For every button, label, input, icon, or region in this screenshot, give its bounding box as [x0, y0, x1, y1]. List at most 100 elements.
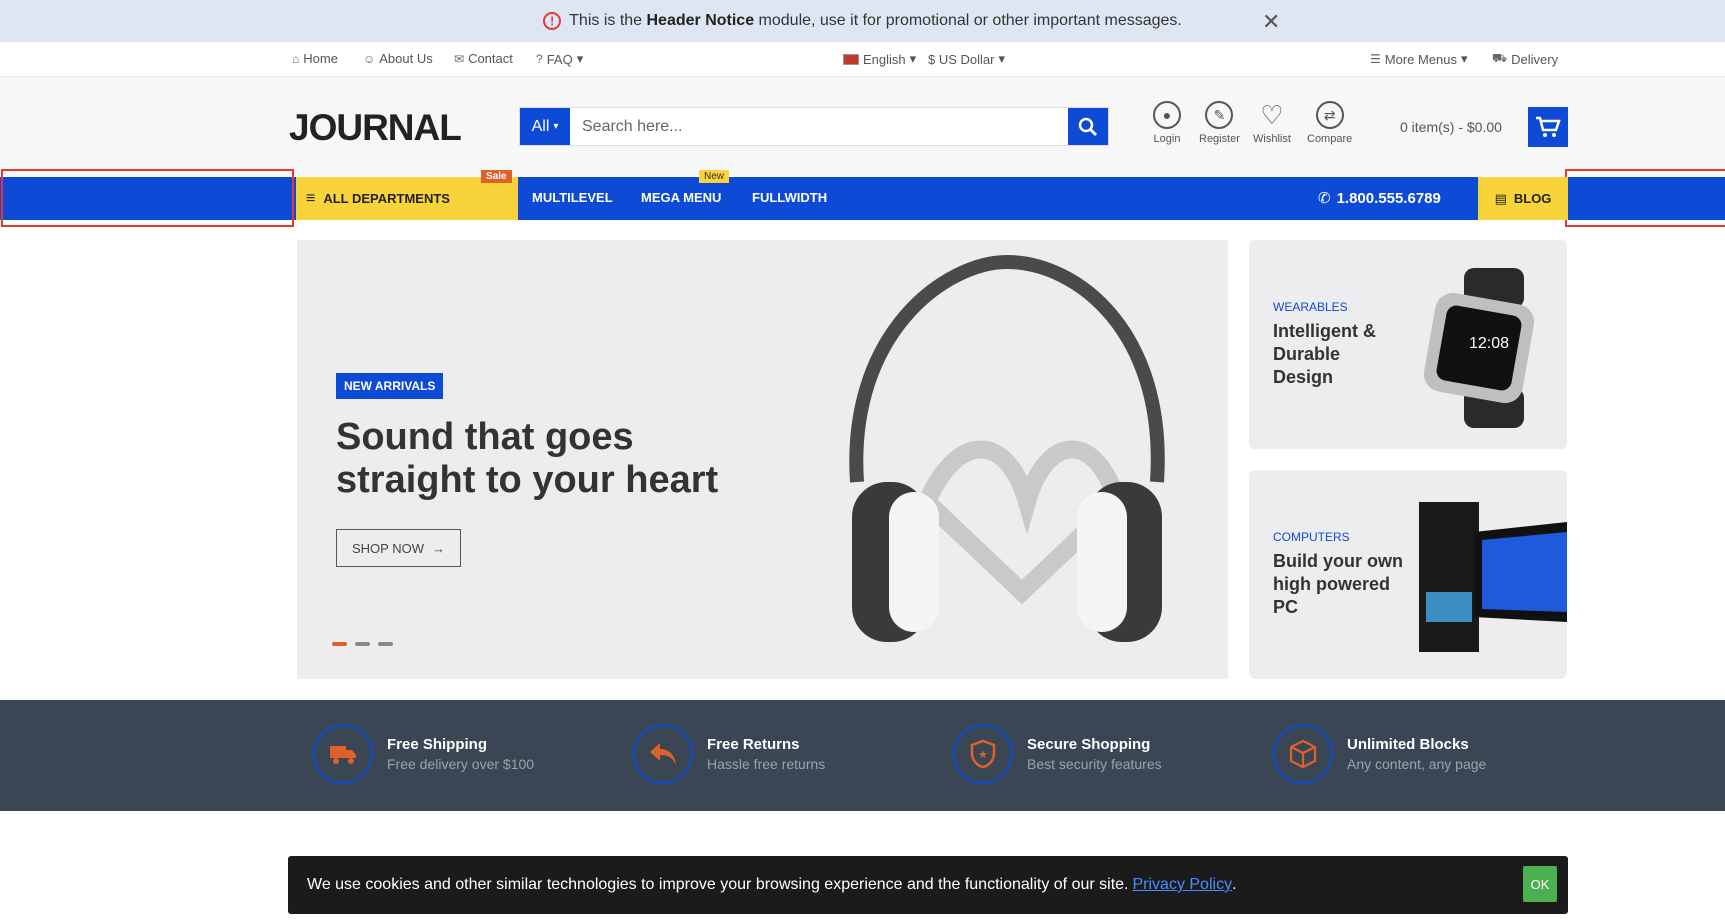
alert-icon: !: [543, 12, 562, 30]
shop-now-button[interactable]: SHOP NOW →: [336, 529, 461, 567]
privacy-policy-link[interactable]: Privacy Policy: [1132, 876, 1232, 894]
period: .: [1232, 876, 1237, 893]
pencil-icon: ✎: [1205, 101, 1234, 129]
menu-icon: ≡: [306, 189, 316, 207]
feature-shipping: Free Shipping Free delivery over $100: [313, 724, 534, 784]
login-label: Login: [1153, 133, 1181, 145]
user-icon: ☺: [363, 51, 376, 66]
phone-link[interactable]: ✆ 1.800.555.6789: [1318, 189, 1441, 208]
slider-dots: [332, 642, 393, 646]
all-departments-button[interactable]: ≡ ALL DEPARTMENTS Sale: [296, 170, 518, 220]
phone-icon: ✆: [1318, 190, 1331, 207]
logo[interactable]: JOURNAL: [289, 107, 462, 149]
blog-link[interactable]: ▤ BLOG: [1478, 177, 1568, 220]
currency-label: $ US Dollar: [928, 51, 995, 67]
svg-text:12:08: 12:08: [1469, 335, 1509, 352]
search-button[interactable]: [1068, 108, 1108, 145]
slider-dot[interactable]: [355, 642, 370, 646]
about-link[interactable]: ☺ About Us: [363, 51, 433, 66]
arrow-right-icon: →: [432, 540, 445, 556]
promo-title: Intelligent & Durable Design: [1273, 321, 1376, 387]
slider-dot[interactable]: [332, 642, 347, 646]
home-link[interactable]: ⌂ Home: [292, 51, 338, 66]
feature-title: Secure Shopping: [1027, 736, 1151, 753]
feature-title: Free Returns: [707, 736, 800, 753]
search-category[interactable]: All ▾: [520, 108, 570, 145]
chat-icon: ▤: [1494, 190, 1507, 206]
more-menus-label: More Menus: [1384, 51, 1458, 67]
cart-button[interactable]: [1528, 107, 1568, 147]
language-selector[interactable]: English ▾: [843, 51, 916, 67]
compare-label: Compare: [1307, 133, 1353, 145]
search-category-label: All: [531, 117, 550, 135]
truck-icon: [313, 724, 373, 784]
login-link[interactable]: ● Login: [1153, 101, 1181, 145]
new-arrivals-tag: NEW ARRIVALS: [336, 373, 444, 399]
main-header: JOURNAL All ▾ Search here... ● Login ✎ Regi…: [0, 77, 1725, 176]
home-label: Home: [303, 51, 338, 66]
features-bar: Free Shipping Free delivery over $100 Fre…: [0, 700, 1725, 811]
cookie-ok-button[interactable]: OK: [1523, 866, 1557, 902]
delivery-link[interactable]: ⛟ Delivery: [1492, 51, 1558, 67]
nav-item-multilevel[interactable]: MULTILEVEL: [532, 190, 613, 205]
slider-dot[interactable]: [378, 642, 393, 646]
hero-slider[interactable]: NEW ARRIVALS Sound that goes straight to…: [297, 240, 1228, 679]
nav-item-mega-menu[interactable]: MEGA MENU: [641, 190, 721, 205]
svg-text:★: ★: [978, 748, 988, 761]
blog-label: BLOG: [1513, 191, 1552, 206]
return-arrow-icon: [633, 724, 693, 784]
feature-subtitle: Any content, any page: [1347, 756, 1487, 772]
caret-down-icon: ▾: [909, 51, 917, 66]
caret-down-icon: ▾: [553, 121, 559, 132]
feature-title: Free Shipping: [387, 736, 488, 753]
currency-selector[interactable]: $ US Dollar ▾: [928, 51, 1005, 67]
phone-label: 1.800.555.6789: [1336, 189, 1441, 207]
nav-menu: MULTILEVEL MEGA MENU New FULLWIDTH ✆ 1.80…: [518, 170, 1478, 220]
header-notice: ! This is the Header Notice module, use …: [0, 0, 1725, 42]
question-icon: ?: [536, 52, 543, 66]
main-nav: ≡ ALL DEPARTMENTS Sale MULTILEVEL MEGA M…: [0, 169, 1725, 227]
smartwatch-image: 12:08: [1423, 268, 1535, 428]
delivery-label: Delivery: [1511, 51, 1559, 67]
search-input[interactable]: Search here...: [570, 108, 1068, 145]
more-menus[interactable]: ☰ More Menus ▾: [1370, 51, 1468, 67]
compare-link[interactable]: ⇄ Compare: [1307, 101, 1352, 145]
cart-summary[interactable]: 0 item(s) - $0.00: [1400, 119, 1502, 135]
flag-icon: [843, 53, 859, 65]
sale-badge: Sale: [481, 170, 512, 183]
promo-category: COMPUTERS: [1273, 530, 1350, 544]
search-bar: All ▾ Search here...: [519, 107, 1109, 146]
caret-down-icon: ▾: [1461, 51, 1468, 66]
feature-title: Unlimited Blocks: [1347, 736, 1469, 753]
notice-text: This is the Header Notice module, use it…: [569, 12, 1182, 29]
user-icon: ●: [1153, 101, 1181, 129]
feature-subtitle: Hassle free returns: [707, 756, 826, 772]
hero-title: Sound that goes straight to your heart: [336, 416, 719, 501]
register-link[interactable]: ✎ Register: [1199, 101, 1240, 145]
close-icon[interactable]: ✕: [1262, 9, 1280, 35]
caret-down-icon: ▾: [576, 51, 584, 66]
promo-computers[interactable]: COMPUTERS Build your own high powered PC: [1249, 470, 1567, 679]
faq-label: FAQ: [546, 51, 573, 67]
nav-item-fullwidth[interactable]: FULLWIDTH: [752, 190, 827, 205]
wishlist-link[interactable]: ♡ Wishlist: [1253, 99, 1291, 146]
feature-subtitle: Best security features: [1027, 756, 1162, 772]
feature-secure: ★ Secure Shopping Best security features: [953, 724, 1162, 784]
cart-icon: [1536, 116, 1561, 137]
home-icon: ⌂: [292, 51, 300, 66]
users-icon: ☰: [1370, 52, 1381, 66]
desktop-pc-image: [1419, 502, 1567, 652]
top-bar: ⌂ Home ☺ About Us ✉ Contact ? FAQ ▾ English ▾ …: [0, 42, 1725, 77]
heart-icon: ♡: [1260, 99, 1284, 130]
faq-link[interactable]: ? FAQ ▾: [536, 51, 583, 67]
promo-wearables[interactable]: WEARABLES Intelligent & Durable Design 1…: [1249, 240, 1567, 449]
promo-title: Build your own high powered PC: [1273, 551, 1403, 617]
truck-icon: ⛟: [1492, 51, 1508, 65]
language-label: English: [863, 51, 906, 67]
mail-icon: ✉: [454, 51, 465, 66]
cookie-banner: We use cookies and other similar technol…: [288, 856, 1568, 914]
feature-blocks: Unlimited Blocks Any content, any page: [1273, 724, 1486, 784]
contact-label: Contact: [468, 51, 513, 66]
contact-link[interactable]: ✉ Contact: [454, 51, 513, 66]
search-icon: [1078, 117, 1098, 136]
